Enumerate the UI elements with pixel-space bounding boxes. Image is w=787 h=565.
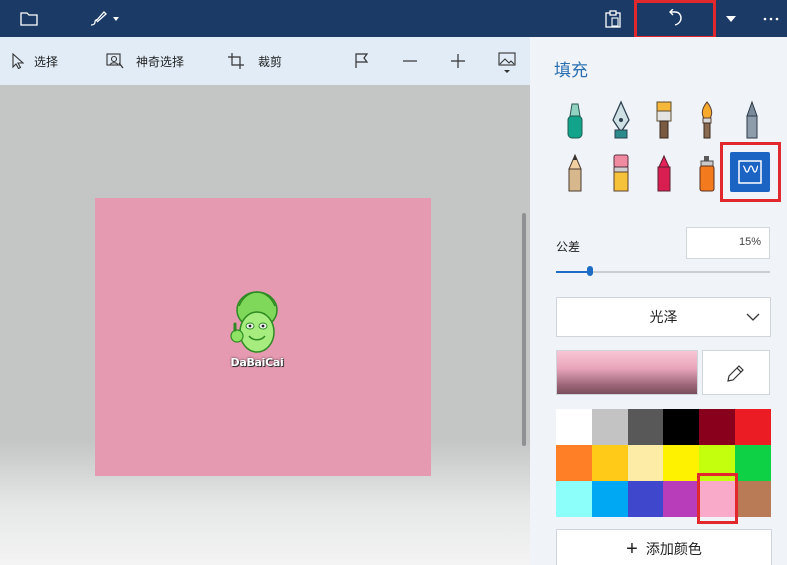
color-swatch[interactable] xyxy=(735,481,771,517)
color-swatch[interactable] xyxy=(735,445,771,481)
color-swatch[interactable] xyxy=(556,445,592,481)
cursor-icon xyxy=(12,53,24,69)
pencil-brush[interactable] xyxy=(560,152,590,194)
drawing-canvas[interactable]: DaBaiCai xyxy=(95,198,431,476)
magic-select-icon xyxy=(106,53,124,69)
caret-down-icon xyxy=(726,15,736,22)
color-swatch[interactable] xyxy=(627,445,664,481)
title-bar xyxy=(0,0,787,37)
color-swatch[interactable] xyxy=(699,409,736,445)
crayon-icon xyxy=(657,154,671,192)
color-swatch[interactable] xyxy=(627,481,664,517)
tolerance-slider-fill xyxy=(556,271,590,273)
color-swatch[interactable] xyxy=(735,409,771,445)
crop-tool-label: 裁剪 xyxy=(258,54,283,69)
vertical-scrollbar[interactable] xyxy=(522,213,526,446)
color-swatch[interactable] xyxy=(556,409,592,445)
panel-title: 填充 xyxy=(554,61,588,80)
paste-button[interactable] xyxy=(598,0,628,37)
zoom-in-button[interactable] xyxy=(450,37,466,85)
undo-button[interactable] xyxy=(636,0,714,37)
open-file-button[interactable] xyxy=(12,0,46,37)
color-swatch[interactable] xyxy=(591,481,628,517)
add-color-button[interactable]: + 添加颜色 xyxy=(556,529,772,565)
more-icon xyxy=(763,17,779,20)
select-tool-label: 选择 xyxy=(34,54,59,69)
calligraphy-pen-brush[interactable] xyxy=(606,99,636,141)
flip-button[interactable] xyxy=(354,37,370,85)
fill-bucket-icon xyxy=(738,160,762,184)
plus-icon xyxy=(451,54,465,68)
color-swatch[interactable] xyxy=(556,481,592,517)
color-swatch[interactable] xyxy=(663,481,700,517)
color-swatch[interactable] xyxy=(663,445,700,481)
pencil-icon xyxy=(568,153,582,192)
color-swatch[interactable] xyxy=(663,409,700,445)
watercolor-brush[interactable] xyxy=(692,99,722,141)
eyedropper-icon xyxy=(727,364,744,382)
marker-icon xyxy=(567,103,583,139)
magic-select-tool[interactable]: 神奇选择 xyxy=(106,37,184,85)
folder-icon xyxy=(20,11,38,26)
finish-dropdown[interactable]: 光泽 xyxy=(556,297,771,337)
crop-tool[interactable]: 裁剪 xyxy=(228,37,282,85)
more-button[interactable] xyxy=(756,0,786,37)
cabbage-mascot-icon xyxy=(230,291,278,353)
color-swatch[interactable] xyxy=(699,481,736,517)
chevron-down-icon xyxy=(746,313,760,321)
dabaicai-logo: DaBaiCai xyxy=(225,288,289,370)
magic-select-tool-label: 神奇选择 xyxy=(136,54,185,69)
watercolor-brush-icon xyxy=(701,101,713,139)
eyedropper-button[interactable] xyxy=(702,350,770,395)
marker-brush[interactable] xyxy=(560,99,590,141)
current-color-swatch[interactable] xyxy=(556,350,698,395)
oil-brush[interactable] xyxy=(649,99,679,141)
zoom-out-button[interactable] xyxy=(402,37,418,85)
paste-icon xyxy=(605,9,621,28)
color-swatch[interactable] xyxy=(591,445,628,481)
pencil-fine-icon xyxy=(746,100,758,139)
paint-brush-icon xyxy=(656,101,672,139)
history-dropdown-button[interactable] xyxy=(720,0,742,37)
spray-can-icon xyxy=(699,156,715,192)
plus-icon: + xyxy=(626,538,638,560)
crop-icon xyxy=(228,53,244,69)
flag-icon xyxy=(355,53,369,68)
select-tool[interactable]: 选择 xyxy=(12,37,58,85)
finish-dropdown-value: 光泽 xyxy=(649,309,678,325)
minus-icon xyxy=(403,60,417,62)
tolerance-label: 公差 xyxy=(556,240,581,254)
logo-text: DaBaiCai xyxy=(230,356,284,369)
color-swatch[interactable] xyxy=(591,409,628,445)
crayon-brush[interactable] xyxy=(649,152,679,194)
pencil-fine-brush[interactable] xyxy=(737,99,767,141)
color-palette xyxy=(556,409,771,517)
image-icon xyxy=(498,52,516,73)
brush-menu-icon xyxy=(90,10,119,26)
tolerance-input[interactable]: 15% xyxy=(686,227,770,259)
spray-can-brush[interactable] xyxy=(692,152,722,194)
brush-menu-button[interactable] xyxy=(84,0,124,37)
pen-nib-icon xyxy=(612,100,630,139)
eraser-brush[interactable] xyxy=(606,152,636,194)
toolbar: 选择 神奇选择 裁剪 xyxy=(0,37,530,85)
color-swatch[interactable] xyxy=(699,445,736,481)
fill-bucket-brush[interactable] xyxy=(730,152,770,192)
undo-icon xyxy=(669,8,682,26)
add-color-label: 添加颜色 xyxy=(645,541,702,557)
insert-image-button[interactable] xyxy=(498,37,516,85)
tolerance-slider-thumb[interactable] xyxy=(587,266,593,276)
color-swatch[interactable] xyxy=(627,409,664,445)
eraser-icon xyxy=(613,154,629,192)
